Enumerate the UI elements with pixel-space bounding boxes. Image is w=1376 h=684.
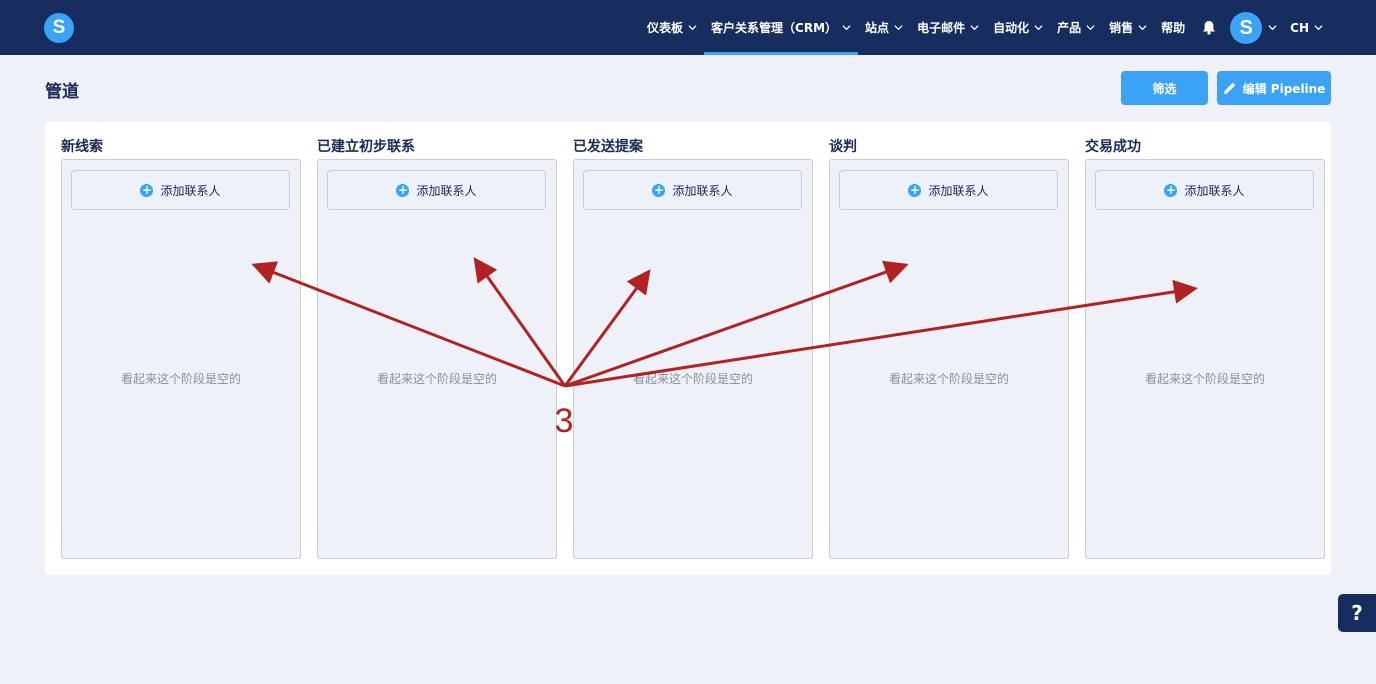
nav-products[interactable]: 产品 xyxy=(1050,0,1102,55)
notifications-button[interactable] xyxy=(1192,0,1226,55)
chevron-down-icon xyxy=(688,25,697,31)
empty-stage-text: 看起来这个阶段是空的 xyxy=(1144,372,1265,386)
stage-dropzone: + 添加联系人 看起来这个阶段是空的 xyxy=(317,159,557,559)
nav-crm-label: 客户关系管理（CRM） xyxy=(711,21,838,35)
nav-sales[interactable]: 销售 xyxy=(1102,0,1154,55)
stage-title: 新线索 xyxy=(61,139,103,155)
bell-icon xyxy=(1203,21,1216,35)
plus-circle-icon: + xyxy=(396,182,410,197)
nav-email-label: 电子邮件 xyxy=(917,21,966,35)
app-logo[interactable]: S xyxy=(44,13,74,43)
nav-help-label: 帮助 xyxy=(1161,21,1186,35)
plus-circle-icon: + xyxy=(908,182,922,197)
chevron-down-icon xyxy=(1268,25,1277,31)
nav-sites[interactable]: 站点 xyxy=(858,0,910,55)
stage-title: 已发送提案 xyxy=(573,139,643,155)
filter-button-label: 筛选 xyxy=(1152,81,1177,96)
top-nav-bar: S 仪表板 客户关系管理（CRM） 站点 电子邮件 自动化 产品 销售 帮助 S… xyxy=(0,0,1376,55)
nav-help[interactable]: 帮助 xyxy=(1154,0,1192,55)
plus-circle-icon: + xyxy=(1164,182,1178,197)
nav-crm[interactable]: 客户关系管理（CRM） xyxy=(704,0,859,55)
add-contact-button[interactable]: + 添加联系人 xyxy=(1095,170,1314,210)
nav-sites-label: 站点 xyxy=(865,21,890,35)
empty-stage-text: 看起来这个阶段是空的 xyxy=(120,372,241,386)
edit-pipeline-label: 编辑 Pipeline xyxy=(1242,81,1326,96)
empty-stage-text: 看起来这个阶段是空的 xyxy=(376,372,497,386)
add-contact-label: 添加联系人 xyxy=(672,183,733,198)
nav-automation[interactable]: 自动化 xyxy=(986,0,1050,55)
stage-dropzone: + 添加联系人 看起来这个阶段是空的 xyxy=(829,159,1069,559)
help-button[interactable]: ? xyxy=(1338,594,1376,632)
page-title: 管道 xyxy=(45,82,79,102)
user-menu[interactable]: S xyxy=(1226,11,1283,44)
stage-title: 已建立初步联系 xyxy=(317,139,415,155)
nav-sales-label: 销售 xyxy=(1109,21,1134,35)
avatar: S xyxy=(1230,11,1263,44)
stage-dropzone: + 添加联系人 看起来这个阶段是空的 xyxy=(573,159,813,559)
nav-automation-label: 自动化 xyxy=(993,21,1030,35)
pencil-icon xyxy=(1223,82,1235,94)
empty-stage-text: 看起来这个阶段是空的 xyxy=(888,372,1009,386)
edit-pipeline-button[interactable]: 编辑 Pipeline xyxy=(1217,71,1331,105)
nav-email[interactable]: 电子邮件 xyxy=(910,0,986,55)
chevron-down-icon xyxy=(894,25,903,31)
add-contact-label: 添加联系人 xyxy=(1184,183,1245,198)
empty-stage-text: 看起来这个阶段是空的 xyxy=(632,372,753,386)
chevron-down-icon xyxy=(1138,25,1147,31)
chevron-down-icon xyxy=(1034,25,1043,31)
add-contact-label: 添加联系人 xyxy=(160,183,221,198)
pipeline-board: 新线索 + 添加联系人 看起来这个阶段是空的 已建立初步联系 + 添加联系人 看… xyxy=(45,122,1331,575)
chevron-down-icon xyxy=(1314,25,1323,31)
stage-dropzone: + 添加联系人 看起来这个阶段是空的 xyxy=(1085,159,1325,559)
plus-circle-icon: + xyxy=(140,182,154,197)
add-contact-button[interactable]: + 添加联系人 xyxy=(583,170,802,210)
language-label: CH xyxy=(1290,20,1309,35)
plus-circle-icon: + xyxy=(652,182,666,197)
add-contact-label: 添加联系人 xyxy=(928,183,989,198)
nav-products-label: 产品 xyxy=(1057,21,1082,35)
main-nav: 仪表板 客户关系管理（CRM） 站点 电子邮件 自动化 产品 销售 帮助 S C… xyxy=(640,0,1330,55)
stage-title: 谈判 xyxy=(829,139,857,155)
nav-dashboard[interactable]: 仪表板 xyxy=(640,0,704,55)
language-selector[interactable]: CH xyxy=(1283,0,1330,55)
add-contact-button[interactable]: + 添加联系人 xyxy=(839,170,1058,210)
add-contact-button[interactable]: + 添加联系人 xyxy=(71,170,290,210)
stage-dropzone: + 添加联系人 看起来这个阶段是空的 xyxy=(61,159,301,559)
stage-title: 交易成功 xyxy=(1085,139,1141,155)
chevron-down-icon xyxy=(1086,25,1095,31)
add-contact-button[interactable]: + 添加联系人 xyxy=(327,170,546,210)
chevron-down-icon xyxy=(842,25,851,31)
nav-dashboard-label: 仪表板 xyxy=(647,21,684,35)
filter-button[interactable]: 筛选 xyxy=(1121,71,1208,105)
chevron-down-icon xyxy=(970,25,979,31)
add-contact-label: 添加联系人 xyxy=(416,183,477,198)
